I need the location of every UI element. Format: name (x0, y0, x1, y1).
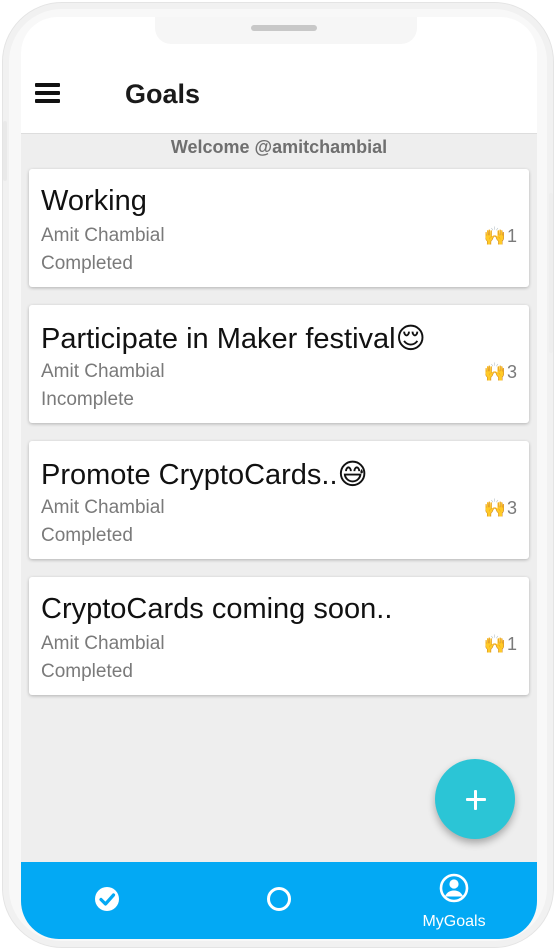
goal-title: Participate in Maker festival😌 (41, 323, 426, 355)
check-circle-icon (95, 887, 119, 911)
phone-side-button-right (549, 193, 553, 353)
goal-status: Completed (41, 661, 133, 682)
goals-list: Working Amit Chambial Completed 🙌 1 Part… (29, 169, 529, 713)
app-screen: Goals Welcome @amitchambial Working Amit… (21, 17, 537, 939)
goal-title: Working (41, 185, 147, 217)
nav-label-mygoals: MyGoals (422, 913, 486, 930)
goal-status: Incomplete (41, 389, 134, 410)
goal-likes[interactable]: 🙌 1 (484, 226, 517, 247)
clap-icon: 🙌 (483, 498, 506, 518)
clap-icon: 🙌 (483, 226, 506, 246)
goal-card[interactable]: Participate in Maker festival😌 Amit Cham… (29, 305, 529, 423)
goal-title: Promote CryptoCards..😅 (41, 459, 368, 491)
goal-author: Amit Chambial (41, 497, 165, 518)
page-title: Goals (125, 79, 201, 109)
add-goal-button[interactable] (435, 759, 515, 839)
goal-likes[interactable]: 🙌 1 (484, 634, 517, 655)
phone-side-button (3, 121, 7, 181)
phone-frame: Goals Welcome @amitchambial Working Amit… (2, 2, 554, 948)
circle-icon (267, 887, 291, 911)
goal-card[interactable]: Promote CryptoCards..😅 Amit Chambial Com… (29, 441, 529, 559)
phone-speaker (251, 25, 317, 31)
likes-count: 1 (506, 226, 517, 246)
clap-icon: 🙌 (483, 634, 506, 654)
hamburger-menu-icon[interactable] (35, 83, 60, 103)
bottom-navigation: MyGoals (21, 862, 537, 939)
goal-status: Completed (41, 525, 133, 546)
likes-count: 1 (506, 634, 517, 654)
goal-likes[interactable]: 🙌 3 (484, 498, 517, 519)
goal-card[interactable]: CryptoCards coming soon.. Amit Chambial … (29, 577, 529, 695)
nav-item-circle[interactable] (247, 862, 311, 939)
plus-icon-vertical (474, 790, 477, 810)
nav-item-goals[interactable] (75, 862, 139, 939)
goal-author: Amit Chambial (41, 225, 165, 246)
goal-card[interactable]: Working Amit Chambial Completed 🙌 1 (29, 169, 529, 287)
goal-author: Amit Chambial (41, 361, 165, 382)
likes-count: 3 (506, 498, 517, 518)
likes-count: 3 (506, 362, 517, 382)
clap-icon: 🙌 (483, 362, 506, 382)
goal-status: Completed (41, 253, 133, 274)
goal-title: CryptoCards coming soon.. (41, 593, 393, 625)
welcome-message: Welcome @amitchambial (170, 137, 388, 157)
goal-likes[interactable]: 🙌 3 (484, 362, 517, 383)
app-bar: Goals (21, 17, 537, 134)
account-circle-icon (439, 873, 469, 903)
nav-item-mygoals[interactable]: MyGoals (411, 862, 497, 939)
goal-author: Amit Chambial (41, 633, 165, 654)
